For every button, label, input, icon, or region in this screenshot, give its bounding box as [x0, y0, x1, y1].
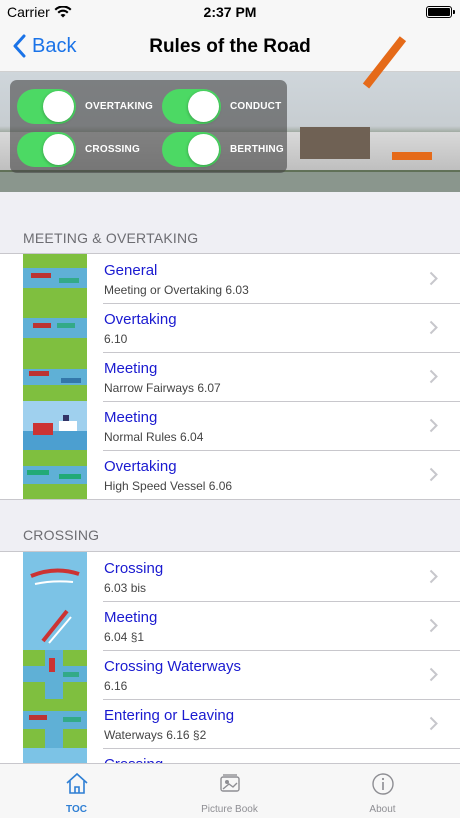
list-item[interactable]: Meeting 6.04 §1 — [0, 601, 460, 650]
toggle-overtaking[interactable]: OVERTAKING — [17, 89, 153, 124]
home-icon — [65, 772, 88, 794]
section-list-meeting-overtaking: General Meeting or Overtaking 6.03 Overt… — [0, 253, 460, 500]
tab-about[interactable]: About — [306, 770, 459, 815]
toggle-label-overtaking: OVERTAKING — [85, 101, 153, 112]
thumbnail-image — [23, 601, 87, 650]
chevron-right-icon — [429, 716, 438, 731]
row-subtitle: 6.04 §1 — [104, 630, 145, 644]
row-title: Meeting — [104, 360, 158, 377]
tab-bar: TOC Picture Book About — [0, 763, 460, 818]
toggle-label-crossing: CROSSING — [85, 144, 140, 155]
section-header-meeting-overtaking: MEETING & OVERTAKING — [23, 230, 199, 246]
row-subtitle: Narrow Fairways 6.07 — [104, 381, 221, 395]
row-title: Crossing — [104, 560, 164, 577]
chevron-right-icon — [429, 369, 438, 384]
list-item[interactable]: Entering or Leaving Waterways 6.16 §2 — [0, 699, 460, 748]
thumbnail-image — [23, 650, 87, 699]
chevron-right-icon — [429, 667, 438, 682]
chevron-right-icon — [429, 569, 438, 584]
list-item[interactable]: Meeting Narrow Fairways 6.07 — [0, 352, 460, 401]
row-subtitle: 6.10 — [104, 332, 128, 346]
chevron-right-icon — [429, 320, 438, 335]
switch-berthing[interactable] — [162, 132, 221, 167]
tab-label-toc: TOC — [66, 804, 87, 815]
row-subtitle: Waterways 6.16 §2 — [104, 728, 207, 742]
tab-picture-book[interactable]: Picture Book — [153, 770, 306, 815]
row-title: Meeting — [104, 409, 158, 426]
filter-toggle-panel: OVERTAKING CONDUCT CROSSING BERTHING — [10, 80, 287, 173]
chevron-right-icon — [429, 618, 438, 633]
row-title: General — [104, 262, 158, 279]
chevron-right-icon — [429, 467, 438, 482]
list-item[interactable]: Meeting Normal Rules 6.04 — [0, 401, 460, 450]
thumbnail-image — [23, 450, 87, 499]
switch-crossing[interactable] — [17, 132, 76, 167]
list-item[interactable]: General Meeting or Overtaking 6.03 — [0, 254, 460, 303]
row-subtitle: High Speed Vessel 6.06 — [104, 479, 233, 493]
row-subtitle: Meeting or Overtaking 6.03 — [104, 283, 249, 297]
toggle-label-conduct: CONDUCT — [230, 101, 282, 112]
thumbnail-image — [23, 254, 87, 303]
tab-label-picture-book: Picture Book — [201, 804, 258, 815]
list-item[interactable]: Overtaking High Speed Vessel 6.06 — [0, 450, 460, 499]
row-title: Overtaking — [104, 311, 177, 328]
section-header-crossing: CROSSING — [23, 527, 100, 543]
thumbnail-image — [23, 401, 87, 450]
row-subtitle: Normal Rules 6.04 — [104, 430, 204, 444]
toggle-label-berthing: BERTHING — [230, 144, 284, 155]
crane-base-image — [392, 152, 432, 160]
switch-conduct[interactable] — [162, 89, 221, 124]
chevron-right-icon — [429, 271, 438, 286]
toggle-berthing[interactable]: BERTHING — [162, 132, 284, 167]
row-title: Meeting — [104, 609, 158, 626]
tab-label-about: About — [369, 804, 396, 815]
thumbnail-image — [23, 303, 87, 352]
battery-icon — [426, 6, 455, 18]
status-time: 2:37 PM — [203, 4, 257, 20]
row-subtitle: 6.03 bis — [104, 581, 147, 595]
switch-overtaking[interactable] — [17, 89, 76, 124]
row-title: Crossing Waterways — [104, 658, 241, 675]
toggle-conduct[interactable]: CONDUCT — [162, 89, 281, 124]
list-item[interactable]: Crossing Waterways 6.16 — [0, 650, 460, 699]
water-image — [0, 172, 460, 192]
row-title: Overtaking — [104, 458, 177, 475]
row-subtitle: 6.16 — [104, 679, 128, 693]
wheelhouse-image — [300, 127, 370, 159]
thumbnail-image — [23, 552, 87, 601]
picture-book-icon — [219, 774, 240, 792]
tab-toc[interactable]: TOC — [0, 770, 153, 815]
list-item[interactable]: Overtaking 6.10 — [0, 303, 460, 352]
row-title: Entering or Leaving — [104, 707, 235, 724]
section-list-crossing: Crossing 6.03 bis Meeting 6.04 §1 Crossi… — [0, 551, 460, 798]
thumbnail-image — [23, 352, 87, 401]
thumbnail-image — [23, 699, 87, 748]
info-icon — [371, 773, 394, 795]
toggle-crossing[interactable]: CROSSING — [17, 132, 140, 167]
list-item[interactable]: Crossing 6.03 bis — [0, 552, 460, 601]
status-bar: Carrier 2:37 PM — [0, 0, 460, 24]
chevron-right-icon — [429, 418, 438, 433]
